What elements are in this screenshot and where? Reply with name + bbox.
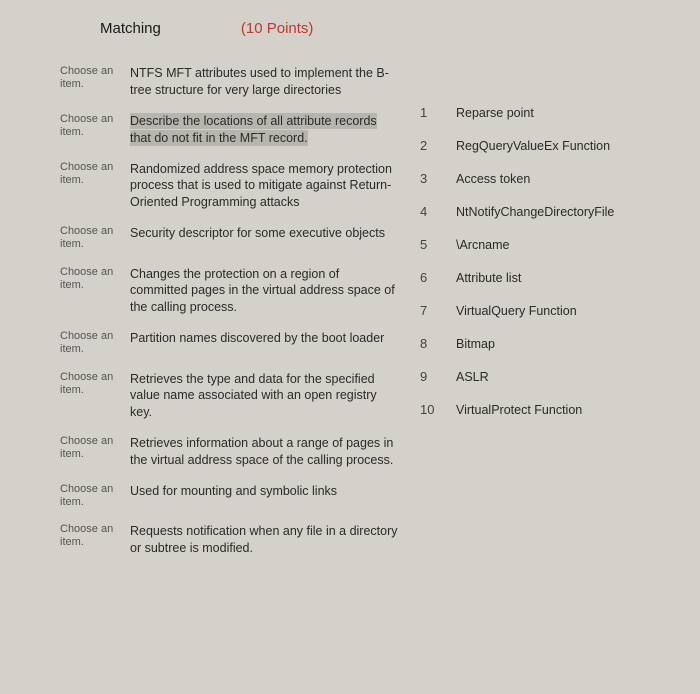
answer-text: Bitmap	[456, 337, 495, 351]
prompt-row: Choose an item. Describe the locations o…	[60, 113, 400, 147]
prompt-row: Choose an item. Changes the protection o…	[60, 266, 400, 317]
prompt-text: Randomized address space memory protecti…	[130, 161, 400, 212]
answer-number: 9	[420, 369, 438, 384]
prompt-row: Choose an item. Used for mounting and sy…	[60, 483, 400, 509]
answer-number: 5	[420, 237, 438, 252]
choose-dropdown[interactable]: Choose an item.	[60, 161, 118, 187]
prompt-text: Partition names discovered by the boot l…	[130, 330, 400, 347]
prompt-text: Changes the protection on a region of co…	[130, 266, 400, 317]
prompt-row: Choose an item. Requests notification wh…	[60, 523, 400, 557]
answer-text: \Arcname	[456, 238, 510, 252]
answer-text: Reparse point	[456, 106, 534, 120]
prompt-row: Choose an item. Retrieves the type and d…	[60, 371, 400, 422]
prompts-column: Choose an item. NTFS MFT attributes used…	[60, 65, 400, 571]
prompt-text: Retrieves the type and data for the spec…	[130, 371, 400, 422]
answers-column: 1 Reparse point 2 RegQueryValueEx Functi…	[420, 65, 660, 571]
answer-number: 6	[420, 270, 438, 285]
prompt-text: Used for mounting and symbolic links	[130, 483, 400, 500]
answer-text: RegQueryValueEx Function	[456, 139, 610, 153]
prompt-text: NTFS MFT attributes used to implement th…	[130, 65, 400, 99]
choose-dropdown[interactable]: Choose an item.	[60, 266, 118, 292]
prompt-text: Retrieves information about a range of p…	[130, 435, 400, 469]
answer-text: VirtualQuery Function	[456, 304, 577, 318]
prompt-text: Requests notification when any file in a…	[130, 523, 400, 557]
answer-text: ASLR	[456, 370, 489, 384]
answer-row: 1 Reparse point	[420, 105, 660, 120]
prompt-row: Choose an item. Partition names discover…	[60, 330, 400, 356]
answer-row: 8 Bitmap	[420, 336, 660, 351]
prompt-row: Choose an item. Security descriptor for …	[60, 225, 400, 251]
answer-row: 2 RegQueryValueEx Function	[420, 138, 660, 153]
answer-row: 9 ASLR	[420, 369, 660, 384]
question-points: (10 Points)	[241, 20, 314, 37]
answer-number: 2	[420, 138, 438, 153]
choose-dropdown[interactable]: Choose an item.	[60, 113, 118, 139]
prompt-text: Describe the locations of all attribute …	[130, 113, 377, 146]
question-header: Matching (10 Points)	[100, 20, 660, 37]
prompt-text: Security descriptor for some executive o…	[130, 225, 400, 242]
answer-row: 6 Attribute list	[420, 270, 660, 285]
answer-number: 8	[420, 336, 438, 351]
question-title: Matching	[100, 20, 161, 37]
matching-content: Choose an item. NTFS MFT attributes used…	[60, 65, 660, 571]
answer-text: VirtualProtect Function	[456, 403, 582, 417]
answer-number: 3	[420, 171, 438, 186]
answer-row: 10 VirtualProtect Function	[420, 402, 660, 417]
answer-text: Access token	[456, 172, 530, 186]
answer-text: NtNotifyChangeDirectoryFile	[456, 205, 614, 219]
prompt-row: Choose an item. Randomized address space…	[60, 161, 400, 212]
answer-row: 7 VirtualQuery Function	[420, 303, 660, 318]
answer-number: 1	[420, 105, 438, 120]
choose-dropdown[interactable]: Choose an item.	[60, 523, 118, 549]
answer-number: 4	[420, 204, 438, 219]
answer-row: 3 Access token	[420, 171, 660, 186]
choose-dropdown[interactable]: Choose an item.	[60, 371, 118, 397]
answer-number: 7	[420, 303, 438, 318]
choose-dropdown[interactable]: Choose an item.	[60, 65, 118, 91]
answer-number: 10	[420, 402, 438, 417]
choose-dropdown[interactable]: Choose an item.	[60, 435, 118, 461]
prompt-row: Choose an item. NTFS MFT attributes used…	[60, 65, 400, 99]
choose-dropdown[interactable]: Choose an item.	[60, 330, 118, 356]
answer-row: 4 NtNotifyChangeDirectoryFile	[420, 204, 660, 219]
prompt-row: Choose an item. Retrieves information ab…	[60, 435, 400, 469]
answer-row: 5 \Arcname	[420, 237, 660, 252]
answer-text: Attribute list	[456, 271, 521, 285]
choose-dropdown[interactable]: Choose an item.	[60, 225, 118, 251]
choose-dropdown[interactable]: Choose an item.	[60, 483, 118, 509]
